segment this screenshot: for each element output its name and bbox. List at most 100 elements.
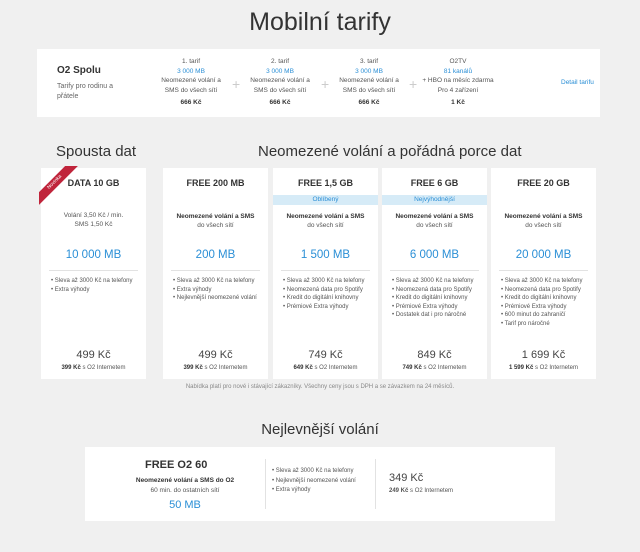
card-name: FREE 20 GB (517, 178, 570, 188)
card-calls: Neomezené volání a SMS (286, 213, 365, 220)
card-name: FREE O2 60 (145, 459, 208, 471)
card-calls-line1: Volání 3,50 Kč / min. (63, 212, 124, 219)
card-calls-sub: 60 min. do ostatních sítí (150, 487, 220, 494)
divider (49, 270, 138, 271)
section-heading-cheapest: Nejlevnější volání (261, 421, 379, 438)
card-features: Sleva až 3000 Kč na telefony Extra výhod… (51, 277, 140, 294)
sub-price-value: 249 Kč (389, 488, 409, 494)
feature-item: Sleva až 3000 Kč na telefony (173, 277, 262, 286)
feature-item: Prémiové Extra výhody (283, 303, 372, 312)
feature-item: Nejlevnější neomezené volání (272, 477, 356, 487)
tarif-line2: SMS do všech sítí (253, 86, 307, 94)
tarif-line1: + HBO na měsíc zdarma (422, 77, 494, 84)
detail-tarifu-link[interactable]: Detail tarifu (561, 79, 594, 86)
card-sub-price: 399 Kč s O2 Internetem (163, 365, 268, 371)
card-sub-price: 649 Kč s O2 Internetem (273, 365, 378, 371)
feature-item: Extra výhody (51, 286, 140, 295)
card-features: Sleva až 3000 Kč na telefony Nejlevnější… (272, 467, 356, 496)
spolu-o2tv: O2TV 81 kanálů + HBO na měsíc zdarma Pro… (420, 57, 496, 108)
feature-item: Nejlevnější neomezené volání (173, 294, 262, 303)
feature-item: Sleva až 3000 Kč na telefony (501, 277, 590, 286)
spolu-tarif-2: 2. tarif 3 000 MB Neomezené volání a SMS… (242, 57, 318, 108)
feature-item: Prémiové Extra výhody (392, 303, 481, 312)
tarif-head: 3. tarif (359, 58, 379, 65)
card-features: Sleva až 3000 Kč na telefony Extra výhod… (173, 277, 262, 303)
card-sub-price: 399 Kč s O2 Internetem (41, 365, 146, 371)
card-data-amount: 10 000 MB (65, 249, 122, 261)
tarif-line1: Neomezené volání a (250, 77, 310, 84)
footnote: Nabídka platí pro nové i stávající zákaz… (185, 384, 455, 390)
card-features: Sleva až 3000 Kč na telefony Neomezená d… (392, 277, 481, 320)
feature-item: Sleva až 3000 Kč na telefony (283, 277, 372, 286)
card-name: DATA 10 GB (67, 178, 120, 188)
tarif-line2: SMS do všech sítí (164, 86, 218, 94)
page-title: Mobilní tarify (249, 8, 391, 36)
tarif-card-free-20gb[interactable]: FREE 20 GB Neomezené volání a SMS do vše… (491, 168, 596, 379)
card-name: FREE 1,5 GB (297, 178, 353, 188)
card-calls-sub: do všech sítí (307, 222, 344, 229)
card-price: 849 Kč (417, 349, 452, 361)
sub-price-value: 399 Kč (61, 365, 81, 371)
sub-price-value: 1 599 Kč (508, 365, 534, 371)
sub-price-label: s O2 Internetem (408, 488, 454, 494)
tarif-head: 2. tarif (270, 58, 290, 65)
sub-price-label: s O2 Internetem (421, 365, 467, 371)
tarif-card-free-6gb[interactable]: FREE 6 GB Nejvýhodnější Neomezené volání… (382, 168, 487, 379)
spolu-desc: Tarify pro rodinu a přátele (57, 83, 114, 100)
spolu-tarif-3: 3. tarif 3 000 MB Neomezené volání a SMS… (331, 57, 407, 108)
sub-price-label: s O2 Internetem (80, 365, 126, 371)
feature-item: Kredit do digitální knihovny (392, 294, 481, 303)
feature-item: Sleva až 3000 Kč na telefony (392, 277, 481, 286)
feature-item: Sleva až 3000 Kč na telefony (272, 467, 356, 477)
plus-icon: + (321, 76, 330, 92)
tarif-card-free-o2-60[interactable]: FREE O2 60 Neomezené volání a SMS do O2 … (85, 447, 555, 521)
divider (499, 270, 588, 271)
divider (375, 459, 376, 509)
feature-item: Sleva až 3000 Kč na telefony (51, 277, 140, 286)
section-heading-data: Spousta dat (56, 143, 137, 160)
card-sub-price: 749 Kč s O2 Internetem (382, 365, 487, 371)
plus-icon: + (232, 76, 241, 92)
plus-icon: + (409, 76, 418, 92)
card-name: FREE 6 GB (410, 178, 459, 188)
tarif-price: 1 Kč (451, 99, 465, 106)
divider (281, 270, 370, 271)
tarif-data: 3 000 MB (266, 67, 294, 75)
feature-item: Prémiové Extra výhody (501, 303, 590, 312)
section-heading-calls: Neomezené volání a pořádná porce dat (258, 143, 522, 160)
tarif-card-free-200mb[interactable]: FREE 200 MB Neomezené volání a SMS do vš… (163, 168, 268, 379)
tarif-data: 3 000 MB (355, 67, 383, 75)
feature-item: Neomezená data pro Spotify (392, 286, 481, 295)
tarif-data: 81 kanálů (443, 67, 473, 75)
divider (265, 459, 266, 509)
feature-item: Neomezená data pro Spotify (283, 286, 372, 295)
sub-price-label: s O2 Internetem (202, 365, 248, 371)
card-calls-sub: do všech sítí (525, 222, 562, 229)
card-features: Sleva až 3000 Kč na telefony Neomezená d… (283, 277, 372, 311)
tarif-card-free-1-5gb[interactable]: FREE 1,5 GB Oblíbený Neomezené volání a … (273, 168, 378, 379)
feature-item: Extra výhody (173, 286, 262, 295)
card-data-amount: 20 000 MB (515, 249, 572, 261)
tarif-price: 666 Kč (269, 99, 291, 106)
sub-price-label: s O2 Internetem (312, 365, 358, 371)
card-calls: Neomezené volání a SMS (504, 213, 583, 220)
feature-item: 600 minut do zahraničí (501, 311, 590, 320)
feature-item: Tarif pro náročné (501, 320, 590, 329)
tarif-line2: Pro 4 zařízení (437, 86, 479, 94)
card-sub-price: 1 599 Kč s O2 Internetem (491, 365, 596, 371)
feature-item: Neomezená data pro Spotify (501, 286, 590, 295)
sub-price-value: 399 Kč (183, 365, 203, 371)
card-price: 1 699 Kč (521, 349, 566, 361)
divider (171, 270, 260, 271)
card-calls-sub: do všech sítí (197, 222, 234, 229)
tarif-card-data-10gb[interactable]: Novinka DATA 10 GB Volání 3,50 Kč / min.… (39, 166, 146, 379)
tarif-line2: SMS do všech sítí (342, 86, 396, 94)
spolu-tarif-1: 1. tarif 3 000 MB Neomezené volání a SMS… (153, 57, 229, 108)
feature-item: Extra výhody (272, 486, 356, 496)
tarif-price: 666 Kč (358, 99, 380, 106)
tarif-data: 3 000 MB (177, 67, 205, 75)
card-calls-line2: SMS 1,50 Kč (74, 221, 113, 228)
card-name: FREE 200 MB (186, 178, 245, 188)
o2-spolu-panel: O2 Spolu Tarify pro rodinu a přátele 1. … (37, 49, 600, 117)
card-data-amount: 1 500 MB (300, 249, 351, 261)
